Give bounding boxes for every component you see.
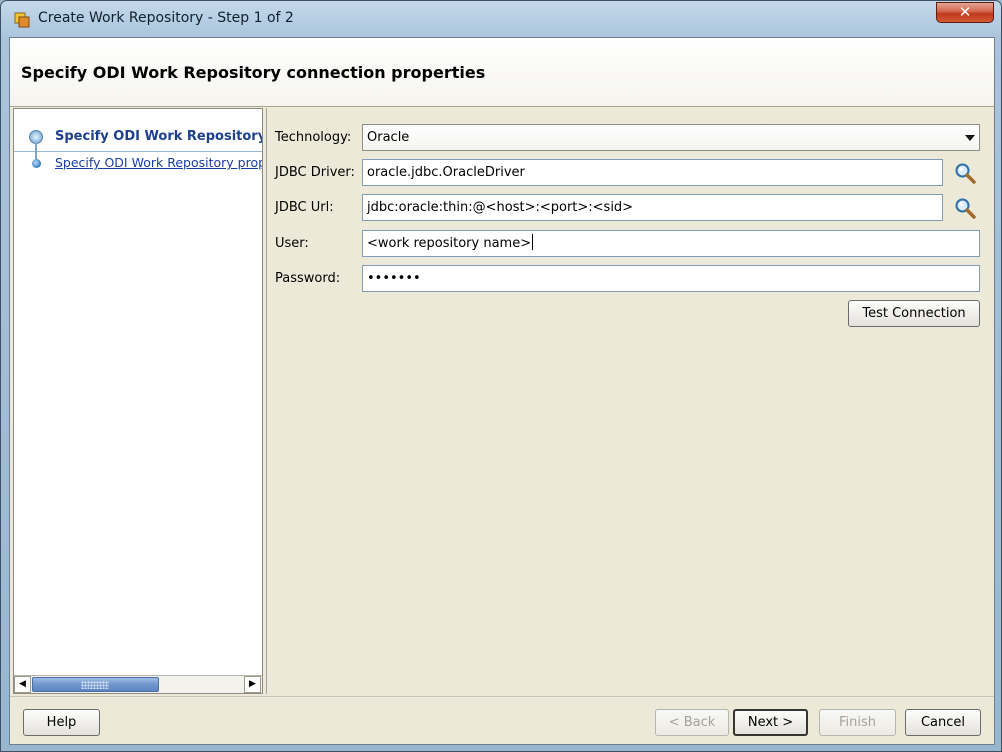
cancel-button[interactable]: Cancel: [905, 709, 981, 736]
jdbc-driver-input[interactable]: oracle.jdbc.OracleDriver: [362, 159, 943, 186]
close-button[interactable]: ✕: [936, 2, 994, 23]
jdbc-driver-label: JDBC Driver:: [275, 165, 355, 180]
password-input[interactable]: •••••••: [362, 265, 980, 292]
technology-select[interactable]: Oracle: [362, 124, 980, 151]
back-button[interactable]: < Back: [655, 709, 729, 736]
user-label: User:: [275, 236, 309, 251]
panel-divider: [266, 108, 267, 694]
search-icon[interactable]: [953, 161, 977, 185]
close-icon: ✕: [958, 3, 972, 21]
grip-icon: [81, 681, 109, 689]
arrow-right-icon[interactable]: ▶: [244, 676, 261, 693]
jdbc-url-label: JDBC Url:: [275, 200, 334, 215]
chevron-down-icon[interactable]: [965, 135, 975, 141]
technology-label: Technology:: [275, 130, 352, 145]
nav-step-label: Specify ODI Work Repository prop: [55, 155, 263, 170]
step-bullet-icon: [32, 159, 41, 168]
step-navigation-panel: Specify ODI Work Repository Specify ODI …: [13, 108, 263, 694]
arrow-left-icon[interactable]: ◀: [14, 676, 31, 693]
current-step-icon: [29, 130, 43, 144]
text-caret: [532, 234, 534, 250]
scroll-thumb[interactable]: [32, 677, 159, 692]
nav-step-connection[interactable]: Specify ODI Work Repository: [14, 124, 262, 152]
horizontal-scrollbar[interactable]: ◀ ▶: [14, 675, 262, 693]
help-button[interactable]: Help: [23, 709, 100, 736]
dialog-window: Create Work Repository - Step 1 of 2 ✕ S…: [0, 0, 1002, 752]
test-connection-button[interactable]: Test Connection: [848, 300, 980, 327]
window-title: Create Work Repository - Step 1 of 2: [38, 10, 294, 26]
user-value: <work repository name>: [367, 236, 532, 251]
page-title: Specify ODI Work Repository connection p…: [21, 63, 486, 82]
finish-button[interactable]: Finish: [819, 709, 896, 736]
password-value: •••••••: [367, 271, 421, 286]
user-input[interactable]: <work repository name>: [362, 230, 980, 257]
app-icon: [13, 11, 31, 29]
jdbc-driver-value: oracle.jdbc.OracleDriver: [367, 165, 525, 180]
technology-value: Oracle: [367, 130, 410, 145]
search-icon[interactable]: [953, 196, 977, 220]
title-bar[interactable]: Create Work Repository - Step 1 of 2 ✕: [1, 1, 1001, 37]
next-button[interactable]: Next >: [733, 709, 808, 736]
footer-divider: [10, 696, 994, 697]
nav-step-label: Specify ODI Work Repository: [55, 129, 263, 144]
jdbc-url-value: jdbc:oracle:thin:@<host>:<port>:<sid>: [367, 200, 634, 215]
header-band: Specify ODI Work Repository connection p…: [10, 38, 994, 107]
dialog-client-area: Specify ODI Work Repository connection p…: [9, 37, 995, 745]
nav-step-properties[interactable]: Specify ODI Work Repository prop: [14, 155, 262, 183]
jdbc-url-input[interactable]: jdbc:oracle:thin:@<host>:<port>:<sid>: [362, 194, 943, 221]
password-label: Password:: [275, 271, 341, 286]
